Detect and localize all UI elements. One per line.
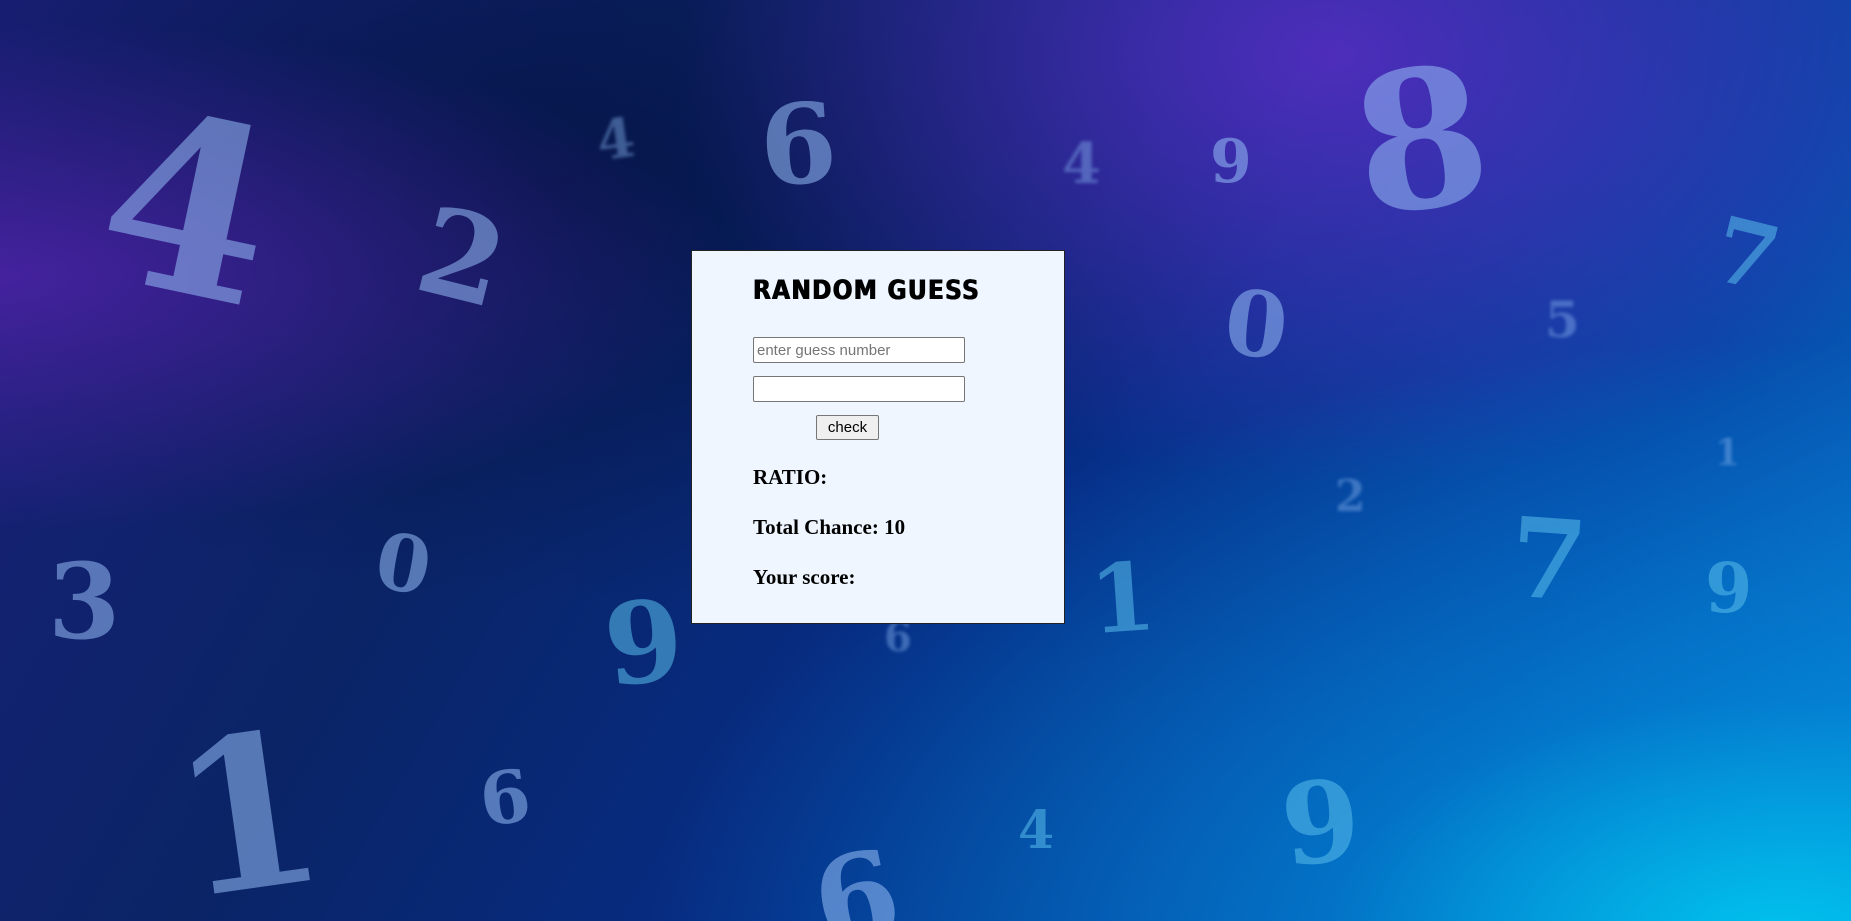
ratio-line: RATIO: — [753, 465, 827, 490]
background-digit: 9 — [1275, 754, 1367, 893]
background-digit: 0 — [368, 514, 438, 615]
background-digit: 9 — [1210, 127, 1252, 197]
ratio-label: RATIO: — [753, 465, 828, 489]
game-card: RANDOM GUESS check RATIO: Total Chance: … — [691, 250, 1065, 624]
check-button[interactable]: check — [816, 415, 879, 440]
background-digit: 4 — [1018, 800, 1055, 861]
total-chance-value: 10 — [884, 515, 906, 539]
score-line: Your score: — [753, 565, 855, 590]
background-digit: 7 — [1505, 492, 1591, 627]
background-digit: 4 — [77, 52, 300, 364]
background-digit: 2 — [404, 179, 520, 337]
background-digit: 5 — [1545, 290, 1580, 349]
background-digit: 4 — [592, 104, 639, 174]
background-digit: 9 — [1705, 549, 1753, 629]
background-digit: 4 — [1062, 131, 1101, 197]
total-chance-line: Total Chance: 10 — [753, 515, 905, 540]
background-digit: 1 — [158, 682, 338, 921]
result-input[interactable] — [753, 376, 965, 402]
background-digit: 0 — [1219, 269, 1293, 381]
background-digit: 3 — [48, 540, 121, 663]
background-digit: 1 — [1715, 432, 1741, 474]
total-chance-label: Total Chance: — [753, 515, 879, 539]
score-label: Your score: — [753, 565, 856, 589]
background-digit: 6 — [884, 614, 912, 661]
background-digit: 7 — [1703, 195, 1790, 315]
guess-number-input[interactable] — [753, 337, 965, 363]
background-digit: 6 — [474, 751, 536, 844]
background-digit: 6 — [755, 77, 841, 212]
background-digit: 2 — [1335, 471, 1366, 522]
background-digit: 9 — [598, 574, 690, 713]
game-title: RANDOM GUESS — [753, 275, 981, 306]
background-digit: 6 — [801, 821, 913, 921]
background-digit: 1 — [1086, 541, 1160, 657]
background-digit: 8 — [1340, 20, 1503, 261]
